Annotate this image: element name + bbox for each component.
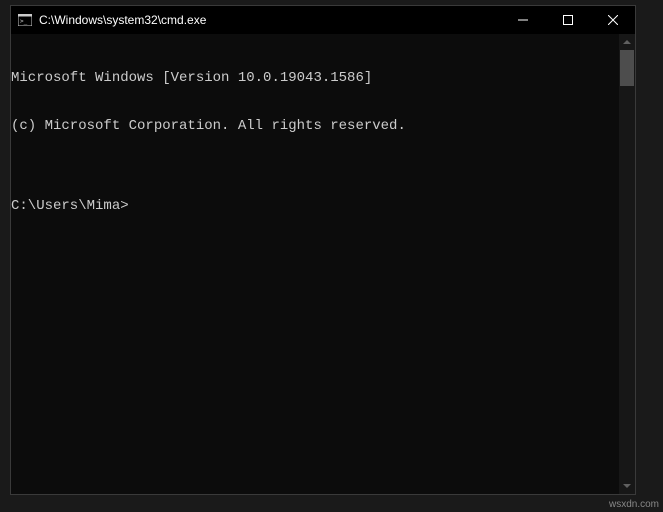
- version-line: Microsoft Windows [Version 10.0.19043.15…: [11, 70, 619, 86]
- cmd-icon: >_: [17, 12, 33, 28]
- copyright-line: (c) Microsoft Corporation. All rights re…: [11, 118, 619, 134]
- window-controls: [500, 6, 635, 34]
- watermark: wsxdn.com: [609, 499, 659, 510]
- close-button[interactable]: [590, 6, 635, 34]
- scroll-down-arrow[interactable]: [619, 478, 635, 494]
- titlebar[interactable]: >_ C:\Windows\system32\cmd.exe: [11, 6, 635, 34]
- minimize-button[interactable]: [500, 6, 545, 34]
- prompt-line: C:\Users\Mima>: [11, 198, 619, 214]
- cmd-window: >_ C:\Windows\system32\cmd.exe Microsoft…: [10, 5, 636, 495]
- maximize-button[interactable]: [545, 6, 590, 34]
- scroll-up-arrow[interactable]: [619, 34, 635, 50]
- vertical-scrollbar[interactable]: [619, 34, 635, 494]
- scroll-thumb[interactable]: [620, 50, 634, 86]
- window-title: C:\Windows\system32\cmd.exe: [39, 13, 500, 27]
- terminal-body: Microsoft Windows [Version 10.0.19043.15…: [11, 34, 635, 494]
- svg-text:>_: >_: [20, 18, 28, 25]
- terminal-content[interactable]: Microsoft Windows [Version 10.0.19043.15…: [11, 34, 619, 494]
